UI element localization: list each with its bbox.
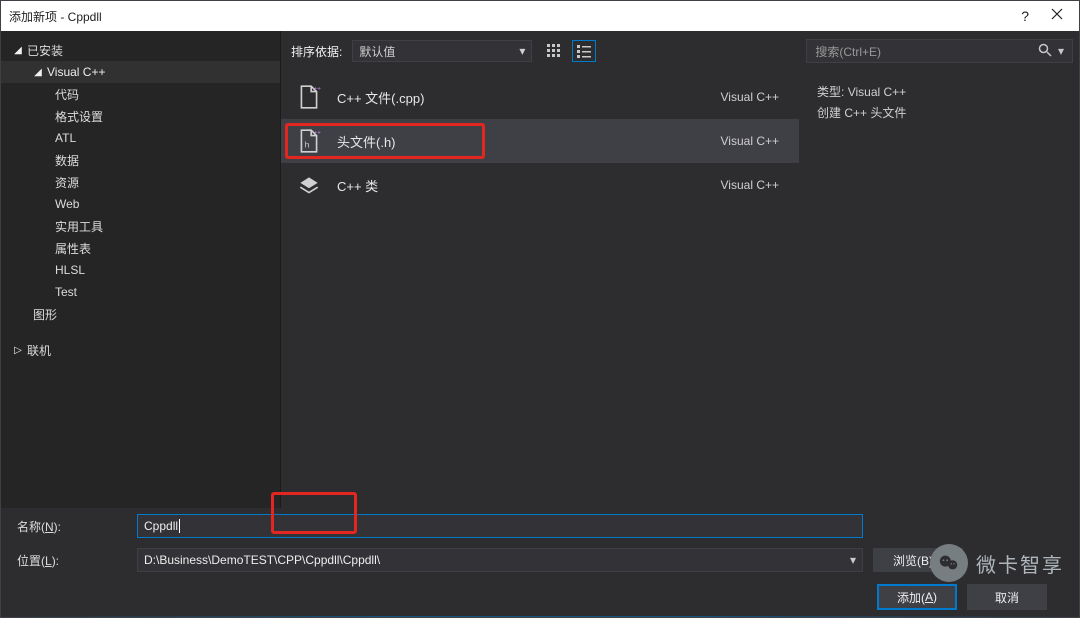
tree-node-code[interactable]: 代码 xyxy=(1,83,280,105)
name-input-value: Cppdll xyxy=(144,519,178,533)
close-icon[interactable] xyxy=(1051,8,1063,24)
search-icon xyxy=(1038,43,1052,60)
sort-combo-value: 默认值 xyxy=(359,43,395,60)
search-input[interactable]: 搜索(Ctrl+E) ▾ xyxy=(806,39,1073,63)
tree-node-utilities[interactable]: 实用工具 xyxy=(1,215,280,237)
cancel-button[interactable]: 取消 xyxy=(967,584,1047,610)
search-placeholder: 搜索(Ctrl+E) xyxy=(815,43,1038,60)
caret-icon: ◢ xyxy=(13,45,23,56)
search-wrap: 搜索(Ctrl+E) ▾ xyxy=(806,39,1073,63)
name-label: 名称(N): xyxy=(17,518,127,535)
template-item-lang: Visual C++ xyxy=(721,178,779,192)
template-item-class[interactable]: C++ 类 Visual C++ xyxy=(281,163,799,207)
template-item-cpp[interactable]: ++ C++ 文件(.cpp) Visual C++ xyxy=(281,75,799,119)
sort-label: 排序依据: xyxy=(291,43,342,60)
sort-combo[interactable]: 默认值 ▾ xyxy=(352,40,532,62)
details-desc: 创建 C++ 头文件 xyxy=(817,104,1061,121)
tree-node-visual-cpp[interactable]: ◢ Visual C++ xyxy=(1,61,280,83)
center-panel: 排序依据: 默认值 ▾ 搜索(Ctrl+E) xyxy=(281,31,1079,508)
cpp-class-icon xyxy=(295,171,323,199)
location-value: D:\Business\DemoTEST\CPP\Cppdll\Cppdll\ xyxy=(144,553,380,567)
details-panel: 类型: Visual C++ 创建 C++ 头文件 xyxy=(799,71,1079,508)
tree-label: 联机 xyxy=(27,342,51,359)
tree-label: HLSL xyxy=(55,263,85,277)
template-item-label: C++ 文件(.cpp) xyxy=(337,88,707,107)
template-list: ++ C++ 文件(.cpp) Visual C++ h++ 头文件(.h) xyxy=(281,71,799,508)
tree-node-test[interactable]: Test xyxy=(1,281,280,303)
cancel-button-label: 取消 xyxy=(995,589,1019,606)
tree-node-web[interactable]: Web xyxy=(1,193,280,215)
details-type: 类型: Visual C++ xyxy=(817,83,1061,100)
template-item-lang: Visual C++ xyxy=(721,134,779,148)
chevron-down-icon: ▾ xyxy=(519,44,525,58)
titlebar: 添加新项 - Cppdll ? xyxy=(1,1,1079,31)
window-title: 添加新项 - Cppdll xyxy=(9,8,1021,25)
main-area: ◢ 已安装 ◢ Visual C++ 代码 格式设置 ATL 数据 资源 Web… xyxy=(1,31,1079,508)
tree-node-format[interactable]: 格式设置 xyxy=(1,105,280,127)
chevron-down-icon: ▾ xyxy=(850,553,856,567)
tree-label: 数据 xyxy=(55,152,79,169)
tree-label: 图形 xyxy=(33,306,57,323)
view-toggles xyxy=(542,40,596,62)
caret-icon: ◢ xyxy=(33,67,43,78)
tree-node-data[interactable]: 数据 xyxy=(1,149,280,171)
svg-text:++: ++ xyxy=(313,86,321,93)
name-input[interactable]: Cppdll xyxy=(137,514,863,538)
tree-label: Test xyxy=(55,285,77,299)
sidebar: ◢ 已安装 ◢ Visual C++ 代码 格式设置 ATL 数据 资源 Web… xyxy=(1,31,281,508)
tree-node-online[interactable]: ▷ 联机 xyxy=(1,339,280,361)
h-file-icon: h++ xyxy=(295,127,323,155)
tree-label: 格式设置 xyxy=(55,108,103,125)
add-button[interactable]: 添加(A) xyxy=(877,584,957,610)
tree-label: 已安装 xyxy=(27,42,63,59)
titlebar-buttons: ? xyxy=(1021,8,1071,24)
svg-text:++: ++ xyxy=(313,130,321,137)
browse-button[interactable]: 浏览(B)... xyxy=(873,548,963,572)
dialog-window: 添加新项 - Cppdll ? ◢ 已安装 ◢ Visual C++ 代码 格式… xyxy=(0,0,1080,618)
help-icon[interactable]: ? xyxy=(1021,8,1029,24)
template-item-label: 头文件(.h) xyxy=(337,132,396,151)
location-label: 位置(L): xyxy=(17,552,127,569)
tree-label: ATL xyxy=(55,131,76,145)
tree-node-propsheet[interactable]: 属性表 xyxy=(1,237,280,259)
tree-node-installed[interactable]: ◢ 已安装 xyxy=(1,39,280,61)
browse-button-label: 浏览(B)... xyxy=(893,552,943,569)
dialog-actions: 添加(A) 取消 xyxy=(17,584,1063,610)
svg-text:h: h xyxy=(305,140,310,150)
template-item-label: C++ 类 xyxy=(337,176,707,195)
view-list-icon[interactable] xyxy=(572,40,596,62)
view-grid-icon[interactable] xyxy=(542,40,566,62)
footer-divider xyxy=(1,616,1079,617)
template-item-header[interactable]: h++ 头文件(.h) Visual C++ xyxy=(281,119,799,163)
sort-bar: 排序依据: 默认值 ▾ 搜索(Ctrl+E) xyxy=(281,31,1079,71)
tree-label: 资源 xyxy=(55,174,79,191)
template-item-lang: Visual C++ xyxy=(721,90,779,104)
cpp-file-icon: ++ xyxy=(295,83,323,111)
tree-label: Visual C++ xyxy=(47,65,105,79)
tree-label: 代码 xyxy=(55,86,79,103)
location-input[interactable]: D:\Business\DemoTEST\CPP\Cppdll\Cppdll\ … xyxy=(137,548,863,572)
search-dropdown-icon: ▾ xyxy=(1058,44,1064,58)
tree-label: Web xyxy=(55,197,79,211)
tree-node-graphics[interactable]: 图形 xyxy=(1,303,280,325)
tree-node-atl[interactable]: ATL xyxy=(1,127,280,149)
name-row: 名称(N): Cppdll xyxy=(17,514,1063,538)
tree-label: 属性表 xyxy=(55,240,91,257)
details-type-value: Visual C++ xyxy=(848,85,906,99)
tree-label: 实用工具 xyxy=(55,218,103,235)
text-caret xyxy=(179,519,180,533)
location-row: 位置(L): D:\Business\DemoTEST\CPP\Cppdll\C… xyxy=(17,548,1063,572)
caret-icon: ▷ xyxy=(13,345,23,356)
tree-node-resource[interactable]: 资源 xyxy=(1,171,280,193)
tree-node-hlsl[interactable]: HLSL xyxy=(1,259,280,281)
details-type-label: 类型: xyxy=(817,85,844,99)
bottom-panel: 名称(N): Cppdll 位置(L): D:\Business\DemoTES… xyxy=(1,508,1079,616)
